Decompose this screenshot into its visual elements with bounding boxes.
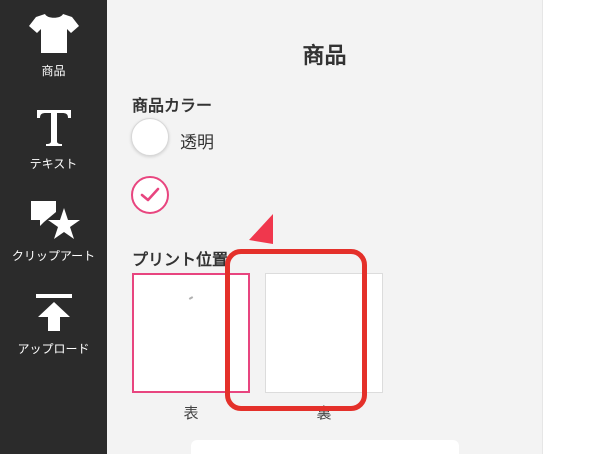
text-icon bbox=[0, 102, 107, 152]
upload-icon bbox=[0, 284, 107, 334]
color-swatch-clear-label: 透明 bbox=[180, 133, 214, 153]
sidebar-item-text[interactable]: テキスト bbox=[0, 102, 107, 190]
sidebar-item-label: 商品 bbox=[41, 64, 66, 78]
sidebar-item-upload[interactable]: アップロード bbox=[0, 284, 107, 372]
color-swatch-selected[interactable] bbox=[131, 176, 169, 214]
check-icon bbox=[140, 187, 160, 202]
tshirt-icon bbox=[0, 0, 107, 53]
product-panel: 商品 商品カラー 透明 プリント位置 表 裏 bbox=[107, 0, 542, 454]
sidebar-item-label: テキスト bbox=[29, 157, 78, 171]
clipart-icon bbox=[0, 192, 107, 242]
sidebar-item-product[interactable]: 商品 bbox=[0, 0, 107, 88]
highlight-frame bbox=[225, 249, 367, 411]
pointer-arrow-icon bbox=[249, 214, 273, 244]
sidebar-item-label: クリップアート bbox=[11, 249, 96, 263]
bottom-card bbox=[191, 440, 459, 454]
panel-divider bbox=[542, 0, 543, 454]
color-swatch-clear[interactable] bbox=[131, 118, 169, 156]
print-position-label: プリント位置 bbox=[132, 250, 229, 269]
sidebar-item-label: アップロード bbox=[17, 342, 90, 356]
sidebar-item-clipart[interactable]: クリップアート bbox=[0, 192, 107, 280]
design-mark bbox=[188, 296, 194, 300]
product-color-label: 商品カラー bbox=[132, 96, 213, 115]
page-title: 商品 bbox=[302, 44, 347, 69]
sidebar: 商品 テキスト クリップアート アップロード bbox=[0, 0, 107, 454]
